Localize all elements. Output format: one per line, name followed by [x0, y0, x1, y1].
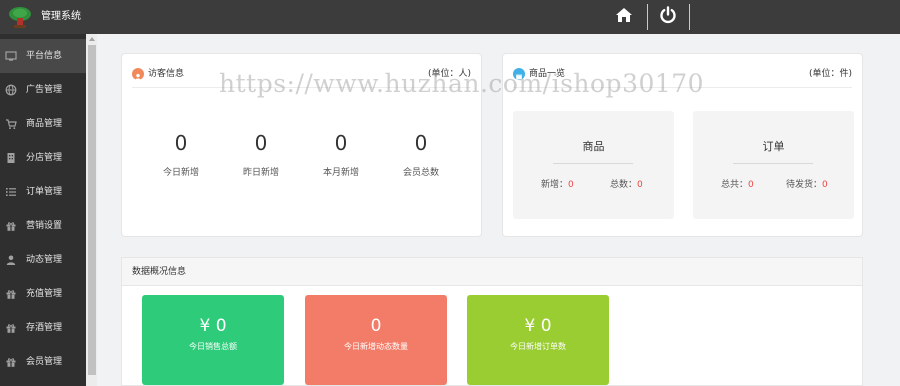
stat-value: 0: [174, 131, 188, 155]
stat-label: 总数：: [610, 180, 638, 190]
stat-value: 0: [334, 131, 348, 155]
stat-value: 0: [822, 180, 828, 190]
stat-value: 0: [254, 131, 268, 155]
gift-icon: [5, 356, 17, 368]
tile-value: 0: [370, 316, 382, 336]
gift-icon: [5, 322, 17, 334]
new-orders-tile[interactable]: ¥ 0 今日新增订单数: [467, 295, 609, 385]
stat-value: 0: [637, 180, 643, 190]
data-overview-section: 数据概况信息 ¥ 0 今日销售总额 0 今日新增动态数量 ¥ 0 今日新增订单数: [121, 257, 863, 386]
card-stat-total: 总数：0: [610, 179, 643, 191]
toolbar-divider: [689, 4, 690, 30]
sidebar-item-label: 充值管理: [26, 289, 63, 299]
sidebar-item-dynamics[interactable]: 动态管理: [0, 243, 86, 277]
gift-icon: [5, 288, 17, 300]
tree-logo-icon: [8, 5, 32, 29]
goods-summary-card: 商品 新增：0 总数：0: [513, 111, 674, 219]
sidebar-scroll-thumb[interactable]: [88, 45, 96, 375]
stat-label: 昨日新增: [242, 168, 279, 178]
card-divider: [553, 163, 633, 164]
section-header: 数据概况信息: [122, 258, 862, 286]
card-stat-pending-shipment: 待发货：0: [786, 179, 828, 191]
goods-overview-panel: 商品一览 (单位：件) 商品 新增：0 总数：0 订单 总共：0 待发货：0: [502, 53, 863, 237]
sidebar-item-label: 广告管理: [26, 85, 63, 95]
stat-label: 今日新增: [162, 168, 199, 178]
user-icon: [5, 254, 17, 266]
panel-title: 商品一览: [529, 69, 566, 79]
toolbar-divider: [647, 4, 648, 30]
sidebar: 平台信息 广告管理 商品管理 分店管理 订单管理 营销设置 动态管理 充值管理 …: [0, 34, 86, 386]
globe-icon: [5, 84, 17, 96]
sidebar-item-label: 平台信息: [26, 51, 63, 61]
top-bar: 管理系统: [0, 0, 900, 34]
goods-icon: [513, 68, 525, 80]
list-icon: [5, 186, 17, 198]
sidebar-item-goods[interactable]: 商品管理: [0, 107, 86, 141]
tile-label: 今日新增订单数: [510, 342, 566, 351]
app-title: 管理系统: [41, 11, 81, 22]
sidebar-item-label: 会员管理: [26, 357, 63, 367]
stat-label: 总共：: [721, 180, 749, 190]
stat-label: 待发货：: [786, 180, 823, 190]
stat-value: 0: [414, 131, 428, 155]
card-title: 订单: [762, 140, 785, 153]
sidebar-item-members[interactable]: 会员管理: [0, 345, 86, 379]
sidebar-item-marketing[interactable]: 营销设置: [0, 209, 86, 243]
tile-value: ¥ 0: [199, 316, 227, 336]
sidebar-item-label: 商品管理: [26, 119, 63, 129]
card-title: 商品: [582, 140, 605, 153]
cart-icon: [5, 118, 17, 130]
scroll-up-arrow-icon[interactable]: [89, 37, 95, 41]
power-icon: [659, 6, 677, 28]
panel-unit: (单位：件): [808, 69, 852, 79]
stat-label: 会员总数: [402, 168, 439, 178]
card-stat-total: 总共：0: [721, 179, 754, 191]
home-icon: [615, 7, 633, 27]
stat-label: 新增：: [541, 180, 569, 190]
sidebar-item-branches[interactable]: 分店管理: [0, 141, 86, 175]
card-stat-new: 新增：0: [541, 179, 574, 191]
sidebar-item-ads[interactable]: 广告管理: [0, 73, 86, 107]
section-title: 数据概况信息: [132, 267, 187, 277]
sidebar-item-label: 存酒管理: [26, 323, 63, 333]
tile-label: 今日销售总额: [189, 342, 237, 351]
panel-header: 商品一览 (单位：件): [513, 64, 852, 88]
home-button[interactable]: [606, 4, 642, 30]
logout-button[interactable]: [650, 4, 686, 30]
sidebar-item-label: 营销设置: [26, 221, 63, 231]
sidebar-item-label: 分店管理: [26, 153, 63, 163]
panel-unit: (单位：人): [427, 69, 471, 79]
sidebar-item-label: 动态管理: [26, 255, 63, 265]
visitor-icon: [132, 68, 144, 81]
orders-summary-card: 订单 总共：0 待发货：0: [693, 111, 854, 219]
new-dynamics-tile[interactable]: 0 今日新增动态数量: [305, 295, 447, 385]
stat-value: 0: [748, 180, 754, 190]
panel-title: 访客信息: [148, 69, 185, 79]
building-icon: [5, 152, 17, 164]
tile-value: ¥ 0: [524, 316, 552, 336]
sidebar-item-label: 订单管理: [26, 187, 63, 197]
sidebar-item-recharge[interactable]: 充值管理: [0, 277, 86, 311]
panel-header: 访客信息 (单位：人): [132, 64, 471, 88]
stat-value: 0: [568, 180, 574, 190]
sidebar-item-wine-storage[interactable]: 存酒管理: [0, 311, 86, 345]
monitor-icon: [5, 50, 17, 62]
card-divider: [733, 163, 813, 164]
sales-total-tile[interactable]: ¥ 0 今日销售总额: [142, 295, 284, 385]
visitor-info-panel: 访客信息 (单位：人) 0 今日新增 0 昨日新增 0 本月新增 0 会员总数: [121, 53, 482, 237]
gift-icon: [5, 220, 17, 232]
sidebar-item-platform-info[interactable]: 平台信息: [0, 39, 86, 73]
sidebar-item-orders[interactable]: 订单管理: [0, 175, 86, 209]
tile-label: 今日新增动态数量: [344, 342, 408, 351]
stat-label: 本月新增: [322, 168, 359, 178]
